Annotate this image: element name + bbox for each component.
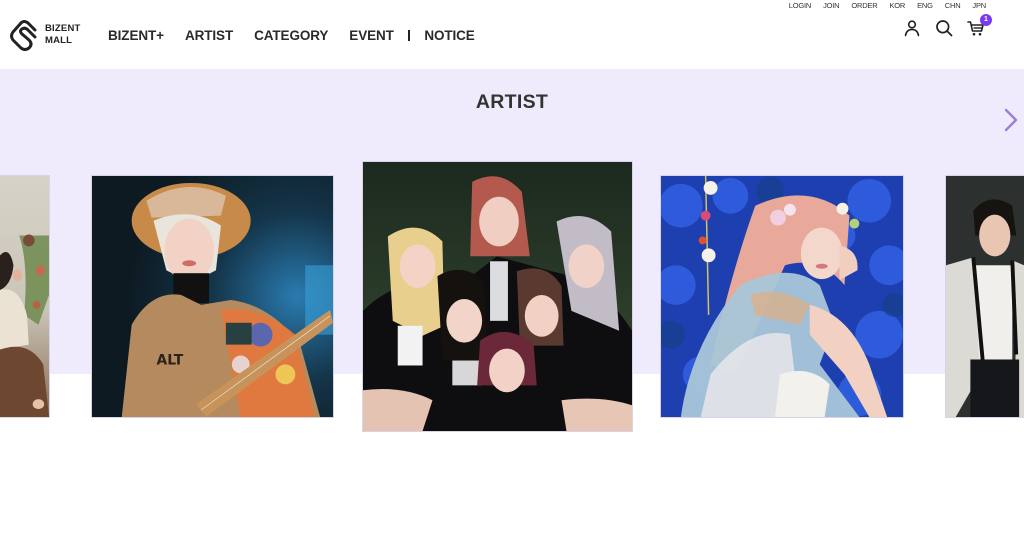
search-button[interactable] bbox=[934, 18, 954, 38]
account-button[interactable] bbox=[902, 18, 922, 38]
svg-text:ALT: ALT bbox=[156, 352, 183, 368]
nav-item-category[interactable]: CATEGORY bbox=[254, 28, 328, 43]
site-header: BIZENT MALL BIZENT+ ARTIST CATEGORY EVEN… bbox=[0, 0, 1024, 69]
nav-item-notice[interactable]: NOTICE bbox=[424, 28, 475, 43]
artist-card[interactable]: Artist photo with flowers (partially vis… bbox=[0, 175, 50, 418]
artist-photo bbox=[661, 176, 903, 417]
artist-photo bbox=[0, 176, 49, 417]
section-title: ARTIST bbox=[475, 91, 549, 113]
brand-name-line1: BIZENT bbox=[45, 23, 81, 34]
artist-photo bbox=[363, 162, 632, 431]
search-icon bbox=[936, 20, 953, 37]
artist-card-alt: Artist with guitar wearing tan jacket an… bbox=[92, 417, 93, 418]
artist-card-alt: Six-member girl group in black leather j… bbox=[363, 431, 364, 432]
chevron-right-icon bbox=[1004, 108, 1018, 132]
cart-count-badge: 1 bbox=[980, 14, 992, 26]
artist-card-alt: Artist with pink hair among blue flowers bbox=[661, 417, 662, 418]
artist-card[interactable]: ALT Artist with guitar wearing tan jacke… bbox=[91, 175, 334, 418]
header-icons: 1 bbox=[902, 14, 998, 38]
order-link[interactable]: ORDER bbox=[851, 1, 877, 10]
utility-links: LOGIN JOIN ORDER KOR ENG CHN JPN bbox=[777, 1, 986, 10]
main-nav: BIZENT+ ARTIST CATEGORY EVENT NOTICE bbox=[108, 28, 496, 43]
lang-chn-link[interactable]: CHN bbox=[945, 1, 961, 10]
artist-card[interactable]: Artist in tweed jacket (partially visibl… bbox=[945, 175, 1024, 418]
lang-jpn-link[interactable]: JPN bbox=[972, 1, 986, 10]
lang-kor-link[interactable]: KOR bbox=[889, 1, 905, 10]
artist-card[interactable]: Artist with pink hair among blue flowers bbox=[660, 175, 904, 418]
nav-item-bizent-plus[interactable]: BIZENT+ bbox=[108, 28, 164, 43]
user-icon bbox=[904, 20, 920, 37]
artist-card-alt: Artist photo with flowers (partially vis… bbox=[0, 417, 1, 418]
artist-card-featured[interactable]: Six-member girl group in black leather j… bbox=[362, 161, 633, 432]
login-link[interactable]: LOGIN bbox=[789, 1, 812, 10]
artist-photo: ALT bbox=[92, 176, 333, 417]
join-link[interactable]: JOIN bbox=[823, 1, 840, 10]
cart-button[interactable]: 1 bbox=[966, 14, 992, 38]
artist-photo bbox=[946, 176, 1024, 417]
nav-item-event[interactable]: EVENT bbox=[349, 28, 394, 43]
brand-name-line2: MALL bbox=[45, 35, 73, 46]
brand-logo[interactable]: BIZENT MALL bbox=[9, 19, 81, 51]
nav-item-artist[interactable]: ARTIST bbox=[185, 28, 233, 43]
carousel-next-button[interactable] bbox=[1001, 108, 1021, 132]
brand-name: BIZENT MALL bbox=[45, 23, 81, 47]
lang-eng-link[interactable]: ENG bbox=[917, 1, 933, 10]
heart-link-logo-icon bbox=[10, 20, 37, 51]
artist-card-alt: Artist in tweed jacket (partially visibl… bbox=[946, 417, 947, 418]
nav-divider bbox=[407, 30, 411, 41]
